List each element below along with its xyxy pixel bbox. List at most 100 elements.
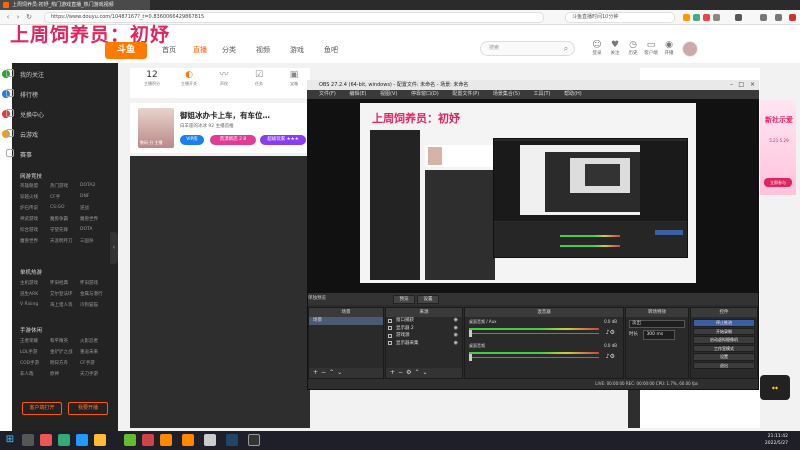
speaker-icon[interactable]: ♪⚙ [606,353,615,360]
search-icon[interactable]: ⌕ [560,43,572,54]
source-item[interactable]: 显示器 2 ◉ [386,325,462,333]
steam-icon[interactable] [226,434,238,446]
speaker-icon[interactable]: ♪⚙ [606,329,615,336]
sidebar-category-link[interactable]: 魔兽世界 [20,238,50,244]
site-logo[interactable]: 斗鱼 [105,42,147,59]
add-icon[interactable]: + [313,369,321,376]
sidebar-category-link[interactable]: CS:GO [50,205,80,211]
follow-icon[interactable]: ♥ 关注 [606,40,624,56]
menu-profile[interactable]: 配置文件(P) [452,91,479,97]
sidebar-category-link[interactable]: 原神 [50,371,80,377]
volume-slider[interactable] [469,357,599,358]
menu-scene-collection[interactable]: 场景集合(S) [493,91,520,97]
video-player[interactable] [130,156,310,428]
sidebar-category-link[interactable]: DNF [80,194,110,200]
sidebar-category-link[interactable]: 逃生ARK [20,291,50,297]
close-icon[interactable]: × [750,80,755,90]
exit-button[interactable]: 退出 [693,361,755,369]
login-icon[interactable]: ☺ 登录 [588,40,606,56]
extension-icon[interactable] [693,14,700,21]
app-icon[interactable] [124,434,136,446]
volume-slider[interactable] [469,333,599,334]
taskbar-clock[interactable]: 21:11:42 2022/5/27 [748,433,788,447]
menu-edit[interactable]: 编辑(E) [349,91,366,97]
sidebar-item-cloudgame[interactable]: 云游戏 [6,129,100,139]
sidebar-category-link[interactable]: 王者荣耀 [20,338,50,344]
visibility-icon[interactable]: ◉ [454,340,458,348]
nav-category[interactable]: 分类 [222,45,236,55]
user-avatar[interactable] [682,41,698,57]
vip-tag[interactable]: VIP房 [180,135,204,145]
source-item[interactable]: 游戏源 ◉ [386,332,462,340]
obs-icon[interactable] [248,434,260,446]
sidebar-category-link[interactable]: V Rising [20,302,50,308]
extension-icon[interactable] [703,14,710,21]
floating-logo[interactable]: ◆◆ [760,375,790,400]
sidebar-category-link[interactable]: 综合游戏 [20,227,50,233]
sidebar-category-link[interactable]: COD手游 [20,360,50,366]
nav-video[interactable]: 视频 [256,45,270,55]
sidebar-category-link[interactable]: 守望先锋 [50,227,80,233]
sidebar-category-link[interactable]: DOTA [80,227,110,233]
sidebar-category-link[interactable]: 三国杀 [80,238,110,244]
sidebar-category-link[interactable]: 英雄联盟 [20,183,50,189]
stat-points[interactable]: 12 主播积分 [138,70,166,87]
app-icon[interactable] [58,434,70,446]
menu-help[interactable]: 帮助(H) [564,91,582,97]
down-icon[interactable]: ⌄ [422,369,430,376]
nav-game[interactable]: 游戏 [290,45,304,55]
search-icon[interactable] [22,434,34,446]
nav-home[interactable]: 首页 [162,45,176,55]
maximize-icon[interactable] [775,14,782,21]
promo-button[interactable]: 立即参与 [764,178,792,187]
app-icon[interactable] [204,434,216,446]
sidebar-category-link[interactable]: 主机游戏 [20,280,50,286]
sidebar-item-exchange[interactable]: 兑换中心 [6,109,100,119]
sidebar-category-link[interactable]: 非人哉 [20,371,50,377]
stat-chest[interactable]: ▣ 宝箱 [280,70,308,87]
sidebar-category-link[interactable]: 金属与潜行 [80,291,110,297]
obs-settings-button[interactable]: 设置 [693,353,755,361]
sidebar-category-link[interactable]: DOTA2 [80,183,110,189]
sidebar-category-link[interactable]: 和平精英 [50,338,80,344]
sidebar-category-link[interactable]: 明日方舟 [50,360,80,366]
start-record-button[interactable]: 开始录制 [693,327,755,335]
open-client-button[interactable]: 客户端打开 [22,402,62,415]
app-icon[interactable] [76,434,88,446]
extension-icon[interactable] [683,14,690,21]
sidebar-category-link[interactable]: 怀旧经典 [50,280,80,286]
sidebar-category-link[interactable]: 逆战 [80,205,110,211]
sidebar-category-link[interactable]: CF手 [50,194,80,200]
start-stream-button[interactable]: 我要开播 [68,402,108,415]
menu-tools[interactable]: 工具(T) [534,91,551,97]
close-icon[interactable] [789,14,796,21]
folder-icon[interactable] [94,434,106,446]
settings-button[interactable]: 设置 [417,295,439,304]
app-icon[interactable] [40,434,52,446]
source-item[interactable]: 窗口捕获 ◉ [386,317,462,325]
sidebar-category-link[interactable]: 金铲铲之战 [50,349,80,355]
sidebar-collapse-icon[interactable]: ‹ [110,232,118,264]
sidebar-category-link[interactable]: 海上猎人等 [50,302,80,308]
menu-view[interactable]: 视图(V) [380,91,397,97]
visibility-icon[interactable]: ◉ [454,332,458,340]
visibility-icon[interactable]: ◉ [454,325,458,333]
sidebar-item-rank[interactable]: 排行榜 [6,89,100,99]
preview-button[interactable]: 预览 [393,295,415,304]
sidebar-category-link[interactable]: 天涯明月刀 [50,238,80,244]
studio-mode-button[interactable]: 工作室模式 [693,344,755,352]
sidebar-item-esports[interactable]: 赛事 [6,149,100,159]
transition-select[interactable]: 淡出 [629,320,685,328]
remove-icon[interactable]: − [398,369,406,376]
visibility-icon[interactable]: ◉ [454,317,458,325]
sidebar-category-link[interactable]: 冷狗猫猫 [80,302,110,308]
virtual-camera-button[interactable]: 启动虚拟摄像机 [693,336,755,344]
duration-input[interactable]: 300 ms [643,330,676,340]
up-icon[interactable]: ⌃ [329,369,337,376]
source-item[interactable]: 显示器采集 ◉ [386,340,462,348]
add-icon[interactable]: + [390,369,398,376]
scene-item[interactable]: 场景 [309,317,383,325]
browser-search-input[interactable]: 斗鱼直播时间10分钟 [565,12,675,23]
extension-icon[interactable] [713,14,720,21]
sidebar-category-link[interactable]: 艾尔登法环 [50,291,80,297]
